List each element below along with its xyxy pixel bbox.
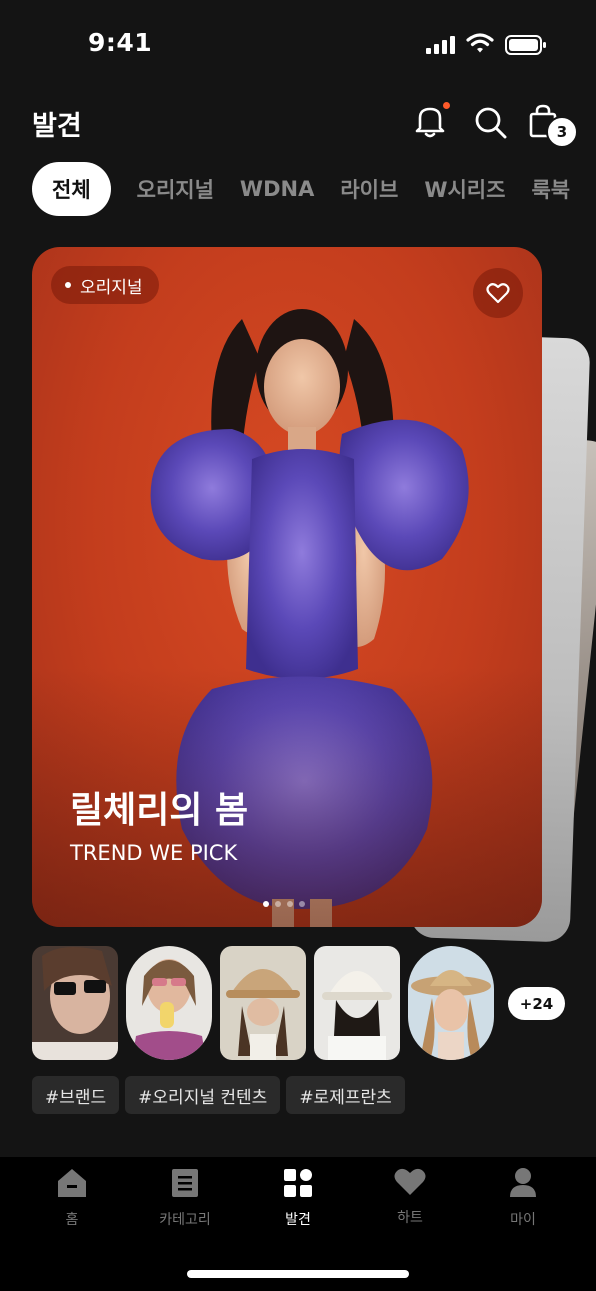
nav-home[interactable]: 홈 xyxy=(22,1167,122,1229)
person-icon xyxy=(510,1168,536,1197)
nav-discover[interactable]: 발견 xyxy=(248,1167,348,1229)
tab-original[interactable]: 오리지널 xyxy=(137,174,214,204)
card-title: 릴체리의 봄 xyxy=(70,790,249,831)
nav-heart-label: 하트 xyxy=(397,1210,423,1226)
thumbnail-straw-hat[interactable] xyxy=(408,946,494,1060)
carousel-dots xyxy=(263,901,311,907)
nav-discover-label: 발견 xyxy=(285,1212,311,1228)
card-subtitle: TREND WE PICK xyxy=(70,841,238,865)
bell-icon[interactable] xyxy=(414,104,446,138)
original-badge: 오리지널 xyxy=(51,266,159,304)
more-thumbnails-button[interactable]: +24 xyxy=(508,987,565,1020)
hashtag-original-content[interactable]: #오리지널 컨텐츠 xyxy=(125,1076,281,1114)
home-icon xyxy=(58,1169,86,1197)
home-indicator[interactable] xyxy=(187,1270,409,1278)
heart-outline-icon xyxy=(486,283,510,304)
nav-home-label: 홈 xyxy=(65,1212,79,1228)
cart-count-badge: 3 xyxy=(546,116,578,148)
tab-lookbook[interactable]: 룩북 xyxy=(531,174,570,204)
status-bar: 9:41 xyxy=(0,0,596,90)
thumbnail-white-hat[interactable] xyxy=(314,946,400,1060)
like-button[interactable] xyxy=(473,268,523,318)
category-tabs: 전체 오리지널 WDNA 라이브 W시리즈 룩북 xyxy=(32,162,596,216)
nav-category[interactable]: 카테고리 xyxy=(135,1167,235,1229)
badge-dot xyxy=(65,282,71,288)
cellular-signal-icon xyxy=(426,36,455,54)
carousel-dot[interactable] xyxy=(263,901,269,907)
nav-my-label: 마이 xyxy=(510,1212,536,1228)
wifi-icon xyxy=(466,33,494,53)
carousel-dot[interactable] xyxy=(287,901,293,907)
thumbnail-sunglasses[interactable] xyxy=(32,946,118,1060)
grid-icon xyxy=(284,1169,312,1197)
thumbnail-strip xyxy=(32,946,502,1060)
page-title: 발견 xyxy=(32,111,82,142)
carousel-dot[interactable] xyxy=(275,901,281,907)
hashtag-brand[interactable]: #브랜드 xyxy=(32,1076,120,1114)
hashtag-rosefrance[interactable]: #로제프란츠 xyxy=(286,1076,405,1114)
thumbnail-popsicle[interactable] xyxy=(126,946,212,1060)
search-icon[interactable] xyxy=(474,106,508,140)
feature-card[interactable]: 오리지널 릴체리의 봄 TREND WE PICK xyxy=(32,247,542,927)
tab-live[interactable]: 라이브 xyxy=(340,174,398,204)
thumbnail-bucket-hat[interactable] xyxy=(220,946,306,1060)
hashtag-list: #브랜드 #오리지널 컨텐츠 #로제프란츠 xyxy=(32,1076,411,1114)
notification-dot xyxy=(443,102,450,109)
battery-icon xyxy=(505,35,546,55)
carousel-dot[interactable] xyxy=(299,901,305,907)
tab-wdna[interactable]: WDNA xyxy=(240,177,314,201)
status-time: 9:41 xyxy=(88,28,153,57)
tab-all[interactable]: 전체 xyxy=(32,162,111,216)
nav-category-label: 카테고리 xyxy=(159,1212,211,1228)
tab-w-series[interactable]: W시리즈 xyxy=(424,174,505,204)
heart-icon xyxy=(394,1168,426,1195)
nav-my[interactable]: 마이 xyxy=(473,1167,573,1229)
badge-label: 오리지널 xyxy=(80,277,143,298)
list-icon xyxy=(172,1169,198,1197)
nav-heart[interactable]: 하트 xyxy=(360,1167,460,1227)
